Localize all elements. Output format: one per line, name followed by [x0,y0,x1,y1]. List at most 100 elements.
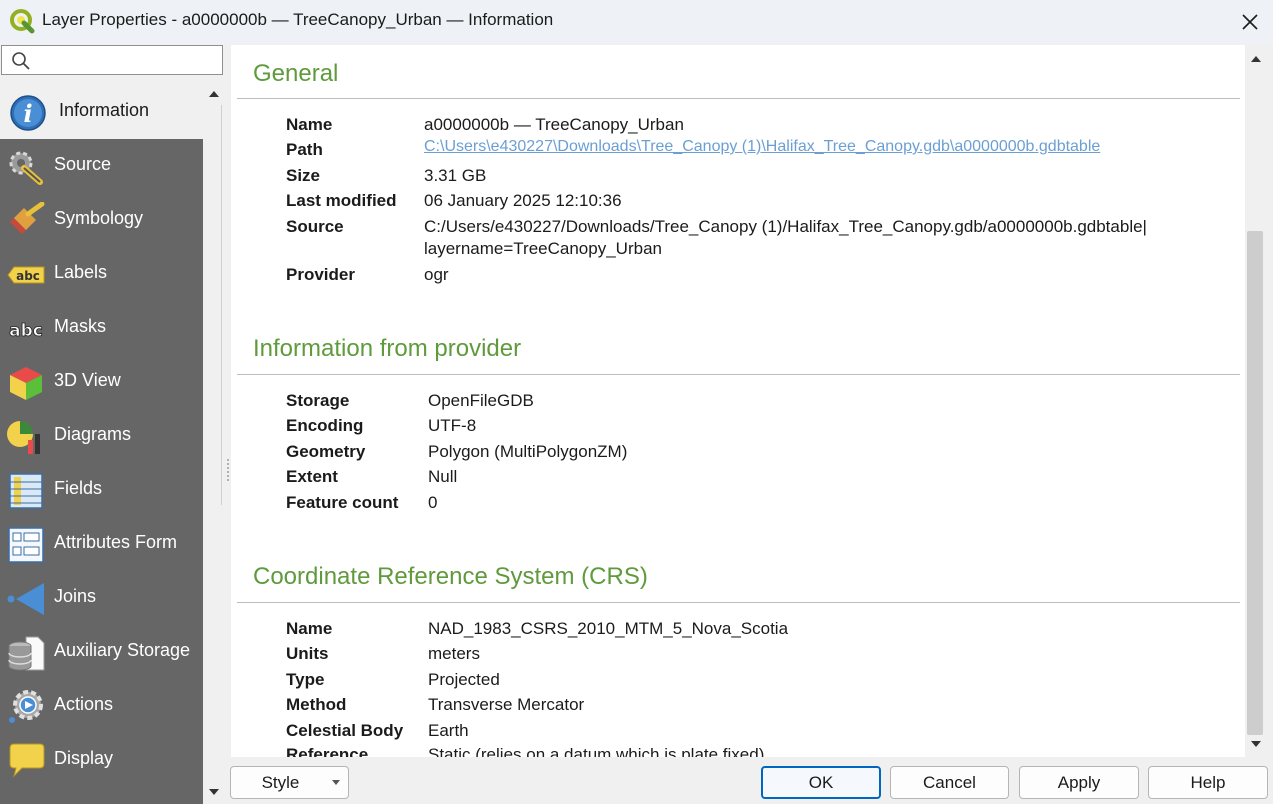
sidebar-item-label: Source [54,154,112,174]
sidebar-item-label: Diagrams [54,424,132,444]
search-box[interactable] [1,45,223,75]
title-bar: Layer Properties - a0000000b — TreeCanop… [0,0,1273,44]
source-wrench-icon [9,151,43,185]
sidebar: i Information Source Symbology abc Label… [0,85,203,804]
field-value-provider: ogr [424,265,449,284]
section-title-general: General [253,60,339,87]
sidebar-item-label: 3D View [54,370,121,390]
sidebar-item-source[interactable]: Source [0,139,203,193]
field-value-crs-name: NAD_1983_CSRS_2010_MTM_5_Nova_Scotia [428,619,789,638]
section-title-crs: Coordinate Reference System (CRS) [253,563,648,590]
field-key: Celestial Body [286,721,404,740]
apply-button-label: Apply [1057,772,1101,792]
close-button[interactable] [1227,0,1273,44]
field-value-encoding: UTF-8 [428,416,477,435]
field-value-source: C:/Users/e430227/Downloads/Tree_Canopy (… [424,217,1147,236]
sidebar-item-symbology[interactable]: Symbology [0,193,203,247]
scroll-up-icon[interactable] [1250,55,1262,63]
sidebar-item-label: Auxiliary Storage [54,640,191,660]
content-scrollbar[interactable] [1245,45,1267,757]
field-key: Source [286,217,344,236]
sidebar-item-labels[interactable]: abc Labels [0,247,203,301]
sidebar-item-label: Display [54,748,114,768]
field-value-units: meters [428,644,480,663]
sidebar-item-3d-view[interactable]: 3D View [0,355,203,409]
cancel-button[interactable]: Cancel [890,766,1009,799]
path-link[interactable]: C:\Users\e430227\Downloads\Tree_Canopy (… [424,138,1100,156]
divider [237,602,1240,603]
content-scroll-thumb[interactable] [1247,231,1263,735]
sidebar-item-label: Masks [54,316,107,336]
ok-button-label: OK [808,772,834,792]
sidebar-item-label: Joins [54,586,97,606]
field-key: Geometry [286,442,366,461]
field-value-name: a0000000b — TreeCanopy_Urban [424,115,684,134]
masks-abc-icon: abc [9,321,44,342]
sidebar-item-display[interactable]: Display [0,733,203,787]
field-key: Storage [286,391,350,410]
sidebar-item-auxiliary-storage[interactable]: Auxiliary Storage [0,625,203,679]
style-button-label: Style [261,772,300,792]
field-key: Size [286,166,321,185]
field-value-type: Projected [428,670,500,689]
style-dropdown-button[interactable]: Style [230,766,349,799]
field-key: Method [286,695,347,714]
field-value-last-modified: 06 January 2025 12:10:36 [424,191,622,210]
scroll-up-icon[interactable] [208,90,220,98]
cancel-button-label: Cancel [923,772,976,792]
qgis-logo-icon [10,9,35,34]
paintbrush-icon [10,202,45,234]
sidebar-item-label: Fields [54,478,103,498]
sidebar-item-diagrams[interactable]: Diagrams [0,409,203,463]
scroll-down-icon[interactable] [208,788,220,796]
sidebar-item-label: Labels [54,262,108,282]
field-key: Encoding [286,416,364,435]
cube-icon [10,367,42,400]
sidebar-scrollbar[interactable] [203,85,225,804]
svg-text:abc: abc [16,269,40,283]
info-icon: i [10,95,46,131]
field-key: Units [286,644,329,663]
help-button[interactable]: Help [1148,766,1268,799]
field-key: Provider [286,265,355,284]
svg-text:abc: abc [9,321,43,341]
sidebar-item-masks[interactable]: abc Masks [0,301,203,355]
window-title: Layer Properties - a0000000b — TreeCanop… [42,10,554,29]
information-panel: General Name a0000000b — TreeCanopy_Urba… [231,45,1245,757]
joins-icon [7,583,44,615]
section-title-provider: Information from provider [253,335,522,362]
scroll-down-icon[interactable] [1250,740,1262,748]
field-value-size: 3.31 GB [424,166,487,185]
speech-bubble-icon [9,743,45,778]
fields-icon [9,473,43,509]
diagram-icon [7,421,40,454]
sidebar-item-actions[interactable]: Actions [0,679,203,733]
chevron-down-icon [332,780,340,785]
sidebar-item-joins[interactable]: Joins [0,571,203,625]
field-key: Reference [286,745,369,757]
search-input[interactable] [36,49,216,71]
form-icon [8,527,44,563]
sidebar-item-label: Information [59,100,150,120]
field-key: Name [286,115,333,134]
sidebar-scroll-thumb[interactable] [206,105,222,505]
sidebar-item-fields[interactable]: Fields [0,463,203,517]
sidebar-item-attributes-form[interactable]: Attributes Form [0,517,203,571]
divider [237,98,1240,99]
database-icon [8,636,45,671]
actions-gear-icon [9,690,43,723]
apply-button[interactable]: Apply [1019,766,1139,799]
field-key: Extent [286,467,338,486]
ok-button[interactable]: OK [761,766,881,799]
field-key: Feature count [286,493,399,512]
field-value-extent: Null [428,467,458,486]
field-value-reference: Static (relies on a datum which is plate… [428,745,765,757]
svg-text:i: i [23,99,32,128]
sidebar-item-information[interactable]: i Information [0,85,203,139]
sidebar-item-label: Actions [54,694,114,714]
field-value-celestial-body: Earth [428,721,469,740]
field-key: Path [286,140,323,159]
close-icon [1242,14,1258,30]
field-value-geometry: Polygon (MultiPolygonZM) [428,442,628,461]
field-value-source-layername: layername=TreeCanopy_Urban [424,239,662,258]
